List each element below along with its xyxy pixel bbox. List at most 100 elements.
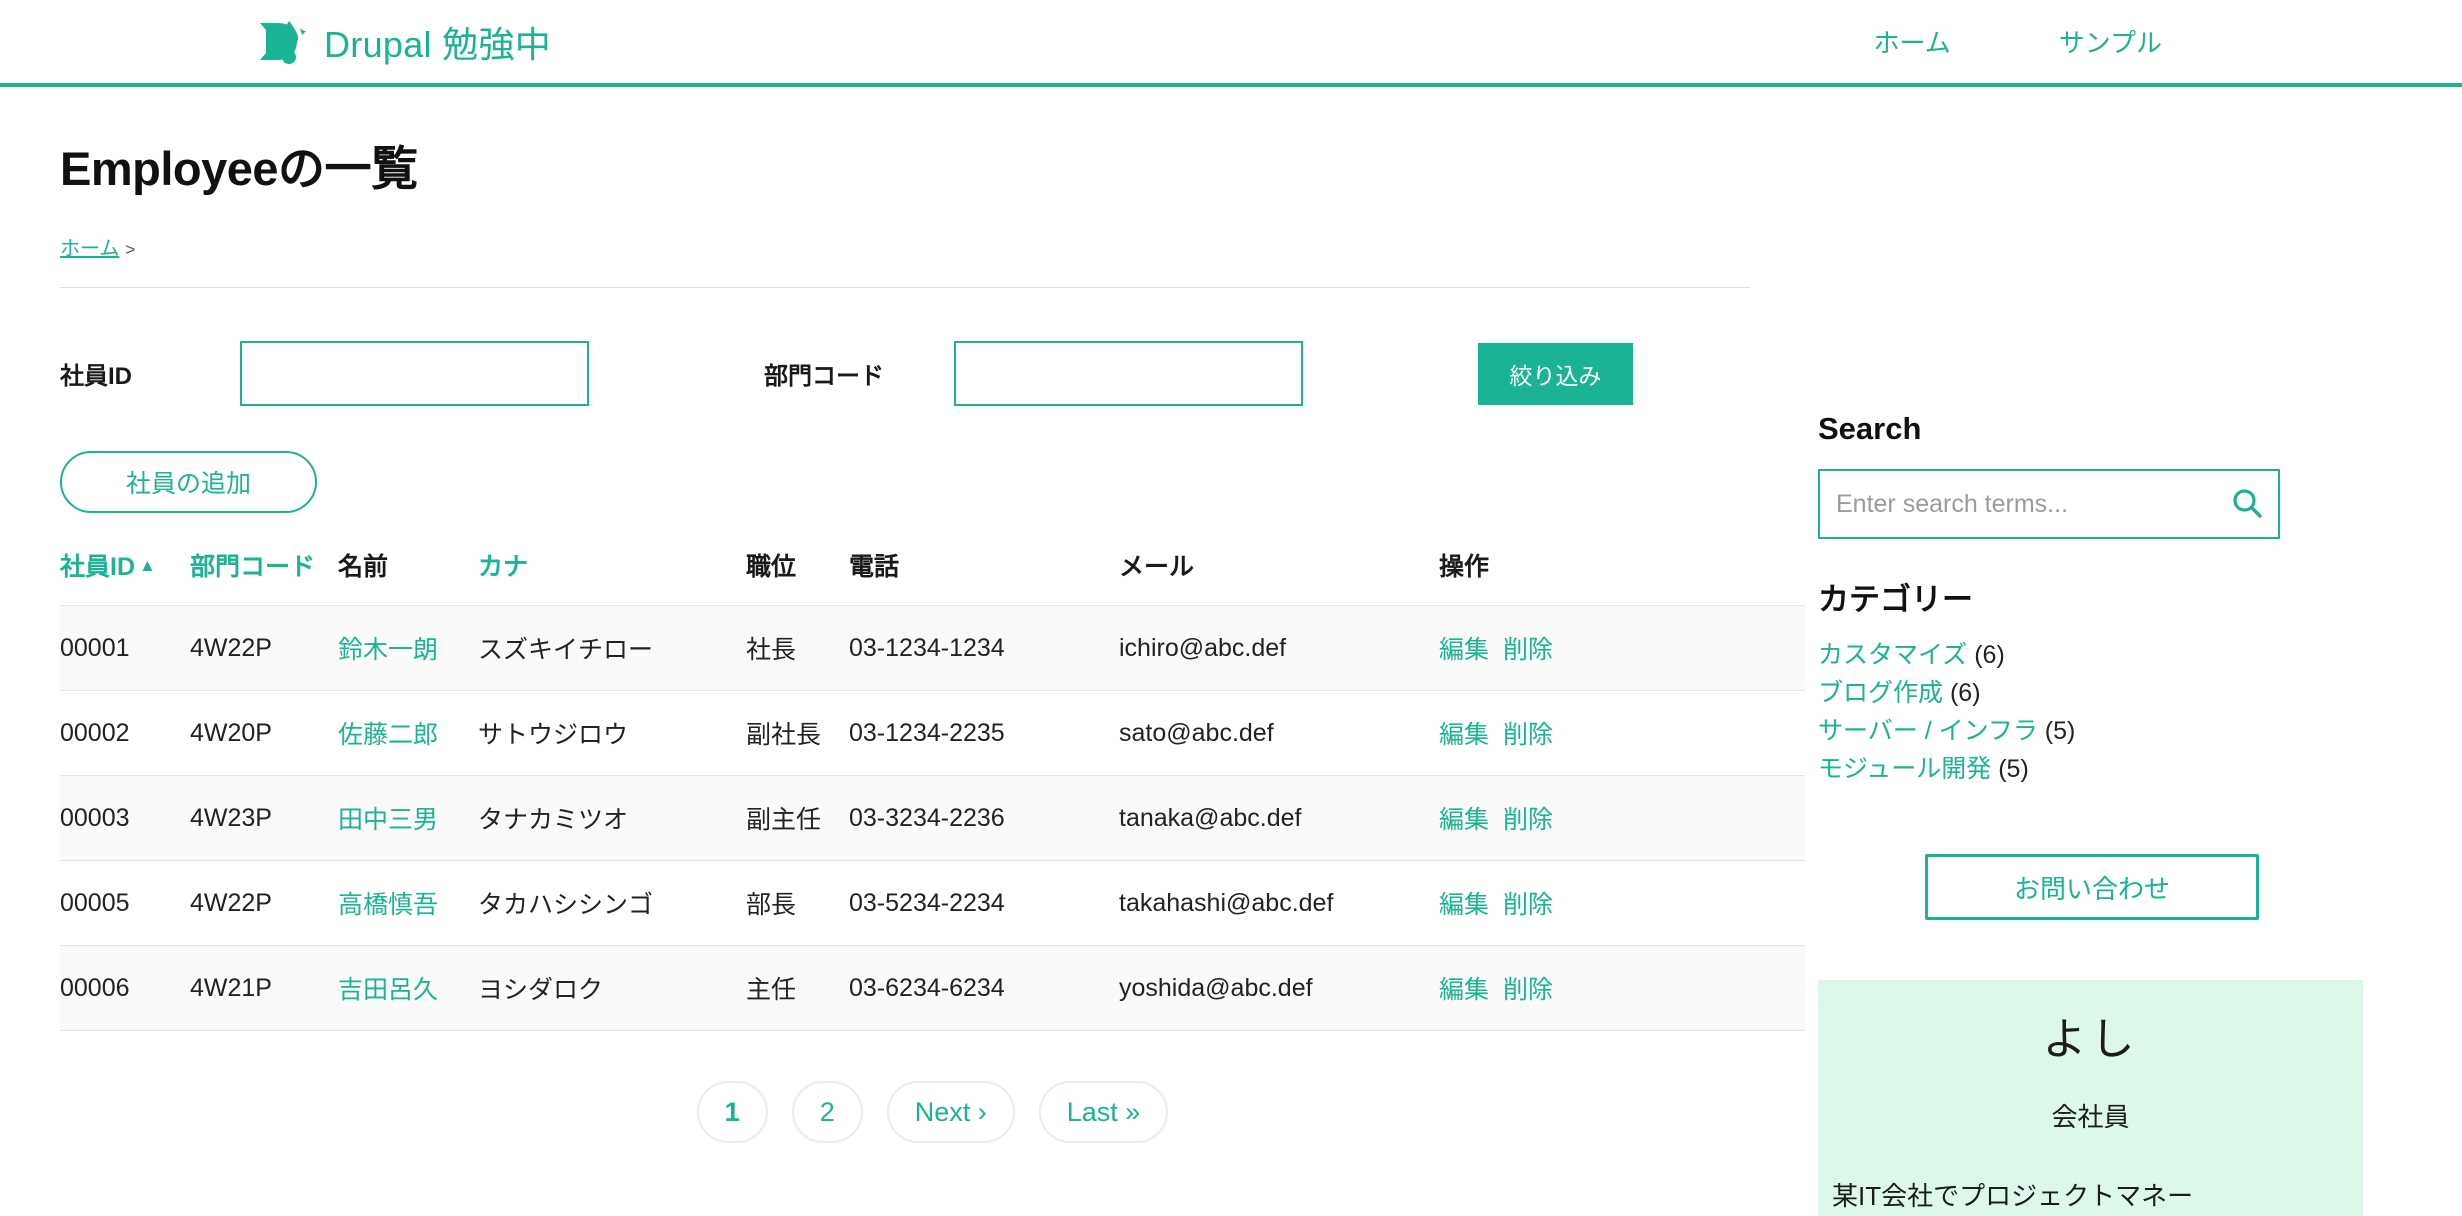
breadcrumb-item-home[interactable]: ホーム [60,232,119,261]
employee-table: 社員ID ▲ 部門コード 名前 カナ 職位 電話 メール 操作 00001 4W2… [60,547,1805,1032]
category-count: (5) [1998,755,2029,784]
site-header: Drupal 勉強中 ホーム サンプル [0,0,2462,87]
column-header-operations: 操作 [1439,553,1490,582]
brand-home-link[interactable]: Drupal 勉強中 [256,16,551,68]
pagination-next-button[interactable]: Next › [886,1081,1015,1144]
pagination: 1 2 Next › Last » [60,1081,1805,1144]
edit-link[interactable]: 編集 [1439,806,1489,834]
category-link-server-infra[interactable]: サーバー / インフラ [1818,717,2038,745]
column-header-phone: 電話 [849,553,900,582]
cell-operations: 編集 削除 [1439,605,1805,692]
add-employee-button[interactable]: 社員の追加 [60,451,317,514]
search-icon [2230,486,2264,523]
column-header-employee-id[interactable]: 社員ID ▲ [60,547,190,606]
column-header-kana[interactable]: カナ [478,547,746,606]
nav-item-home[interactable]: ホーム [1874,23,1951,60]
filter-submit-button[interactable]: 絞り込み [1478,342,1633,405]
employee-name-link[interactable]: 佐藤二郎 [338,721,438,749]
cell-phone: 03-1234-2235 [849,690,1119,777]
cell-position: 副主任 [746,775,849,862]
category-count: (6) [1949,679,1981,708]
department-code-label: 部門コード [764,363,884,391]
cell-department-code: 4W22P [190,860,338,947]
cell-mail: takahashi@abc.def [1119,860,1439,947]
profile-role: 会社員 [2051,1102,2130,1133]
category-link-module-dev[interactable]: モジュール開発 [1818,755,1991,783]
edit-link[interactable]: 編集 [1439,721,1489,749]
search-submit-button[interactable] [2216,471,2278,537]
cell-operations: 編集 削除 [1439,860,1805,947]
cell-employee-id: 00006 [60,945,190,1032]
employee-name-link[interactable]: 鈴木一朗 [338,636,438,664]
list-item: サーバー / インフラ (5) [1818,712,2462,750]
cell-department-code: 4W23P [190,775,338,862]
table-row: 00002 4W20P 佐藤二郎 サトウジロウ 副社長 03-1234-2235… [60,690,1805,777]
category-count: (6) [1974,641,2005,670]
cell-employee-id: 00003 [60,775,190,862]
employee-name-link[interactable]: 田中三男 [338,806,438,834]
cell-operations: 編集 削除 [1439,945,1805,1032]
cell-kana: サトウジロウ [478,690,746,777]
employee-id-input[interactable] [240,341,589,407]
main-navigation: ホーム サンプル [1874,23,2162,60]
category-link-customize[interactable]: カスタマイズ [1818,641,1967,669]
cell-kana: タナカミツオ [478,775,746,862]
pagination-last-button[interactable]: Last » [1038,1081,1169,1144]
cell-department-code: 4W20P [190,690,338,777]
cell-name: 高橋慎吾 [338,860,478,947]
content-divider [60,287,1750,289]
breadcrumb: ホーム > [60,232,1810,261]
delete-link[interactable]: 削除 [1503,636,1553,664]
delete-link[interactable]: 削除 [1503,976,1553,1004]
cell-employee-id: 00002 [60,690,190,777]
edit-link[interactable]: 編集 [1439,891,1489,919]
pagination-page-2[interactable]: 2 [791,1081,863,1144]
cell-phone: 03-1234-1234 [849,605,1119,692]
profile-card: よし 会社員 某IT会社でプロジェクトマネー [1818,980,2363,1216]
delete-link[interactable]: 削除 [1503,891,1553,919]
delete-link[interactable]: 削除 [1503,721,1553,749]
column-header-name: 名前 [338,553,389,582]
column-header-mail: メール [1119,553,1195,582]
categories-block: カテゴリー カスタマイズ (6) ブログ作成 (6) サーバー / インフラ (… [1818,581,2462,788]
cell-department-code: 4W21P [190,945,338,1032]
breadcrumb-separator: > [125,240,136,260]
drupal-drop-d-logo-icon [256,19,308,65]
table-row: 00005 4W22P 高橋慎吾 タカハシシンゴ 部長 03-5234-2234… [60,860,1805,947]
category-link-blog[interactable]: ブログ作成 [1818,679,1943,707]
employee-name-link[interactable]: 吉田呂久 [338,976,438,1004]
employee-filter-form: 社員ID 部門コード 絞り込み [60,341,1810,407]
cell-mail: yoshida@abc.def [1119,945,1439,1032]
search-block: Search [1818,410,2462,540]
delete-link[interactable]: 削除 [1503,806,1553,834]
search-field-wrapper [1818,469,2280,540]
pagination-page-1[interactable]: 1 [696,1081,768,1144]
table-row: 00006 4W21P 吉田呂久 ヨシダロク 主任 03-6234-6234 y… [60,945,1805,1032]
cell-position: 部長 [746,860,849,947]
cell-operations: 編集 削除 [1439,775,1805,862]
list-item: カスタマイズ (6) [1818,636,2462,674]
table-row: 00001 4W22P 鈴木一朗 スズキイチロー 社長 03-1234-1234… [60,605,1805,692]
cell-position: 社長 [746,605,849,692]
cell-position: 副社長 [746,690,849,777]
list-item: モジュール開発 (5) [1818,750,2462,788]
edit-link[interactable]: 編集 [1439,636,1489,664]
table-row: 00003 4W23P 田中三男 タナカミツオ 副主任 03-3234-2236… [60,775,1805,862]
list-item: ブログ作成 (6) [1818,674,2462,712]
nav-item-sample[interactable]: サンプル [2059,23,2162,60]
category-count: (5) [2044,717,2076,746]
brand-name: Drupal 勉強中 [324,23,552,65]
cell-name: 吉田呂久 [338,945,478,1032]
department-code-input[interactable] [954,341,1303,407]
cell-operations: 編集 削除 [1439,690,1805,777]
categories-list: カスタマイズ (6) ブログ作成 (6) サーバー / インフラ (5) モジュ… [1818,636,2462,788]
cell-department-code: 4W22P [190,605,338,692]
search-input[interactable] [1820,489,2216,519]
employee-name-link[interactable]: 高橋慎吾 [338,891,438,919]
profile-name: よし [2042,1015,2139,1065]
contact-button[interactable]: お問い合わせ [1925,854,2259,921]
main-content: Employeeの一覧 ホーム > 社員ID 部門コード 絞り込み 社員の追加 [0,87,1810,1216]
cell-name: 佐藤二郎 [338,690,478,777]
edit-link[interactable]: 編集 [1439,976,1489,1004]
column-header-department-code[interactable]: 部門コード [190,547,338,606]
